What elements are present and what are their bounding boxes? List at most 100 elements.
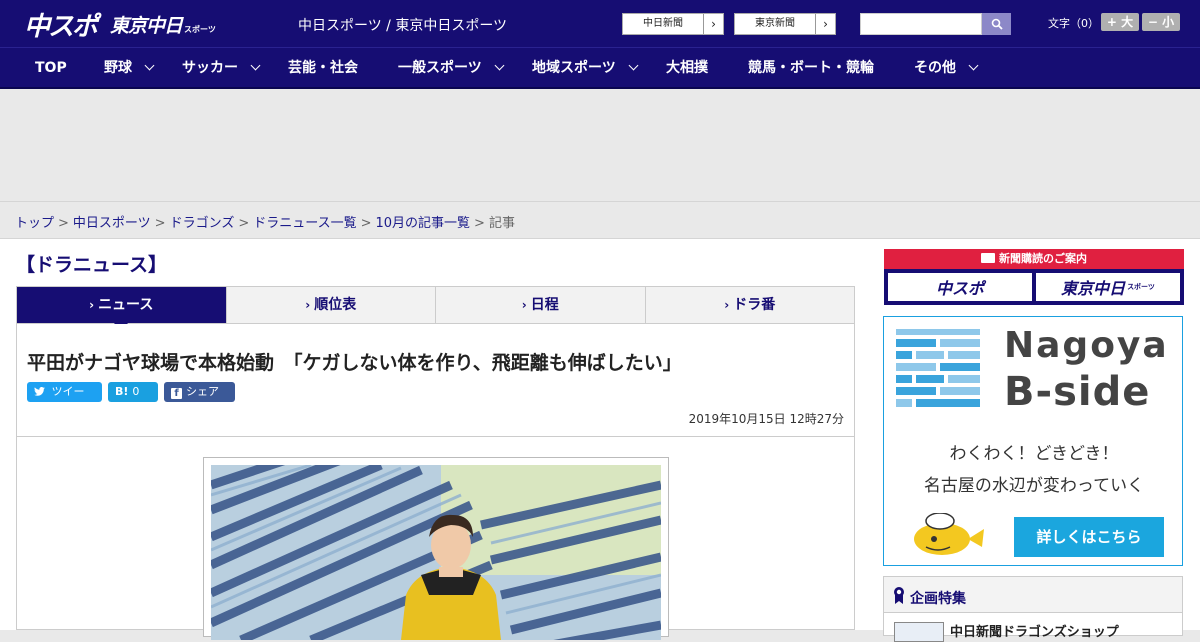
- hatena-count: 0: [132, 385, 140, 398]
- chevron-down-icon: [968, 60, 979, 71]
- breadcrumb-link-dragons[interactable]: ドラゴンズ: [170, 216, 235, 231]
- chevron-right-icon: ›: [815, 14, 835, 34]
- breadcrumb-separator: >: [360, 216, 372, 231]
- facebook-share-label: シェア: [186, 385, 219, 398]
- nav-label: TOP: [35, 60, 67, 76]
- ad-title-nagoya: Nagoya: [1004, 325, 1169, 366]
- main-nav: TOP 野球 サッカー 芸能・社会 一般スポーツ 地域スポーツ 大相撲 競馬・ボ…: [0, 48, 1200, 89]
- chevron-down-icon: [628, 60, 639, 71]
- tab-draban[interactable]: › ドラ番: [646, 287, 855, 323]
- facebook-share-button[interactable]: f シェア 2: [164, 382, 235, 418]
- tab-news[interactable]: › ニュース: [17, 287, 227, 331]
- article-photo-frame: [203, 457, 669, 640]
- nav-item-top[interactable]: TOP: [35, 48, 67, 89]
- nav-item-racing[interactable]: 競馬・ボート・競輪: [748, 48, 874, 89]
- tokyo-shimbun-button[interactable]: 東京新聞 ›: [734, 13, 836, 35]
- nav-label: サッカー: [182, 60, 238, 76]
- breadcrumb-current: 記事: [488, 216, 515, 231]
- site-links[interactable]: 中日スポーツ / 東京中日スポーツ: [298, 15, 507, 35]
- breadcrumb-separator: >: [154, 216, 166, 231]
- chevron-down-icon: [250, 60, 261, 71]
- search-input[interactable]: [860, 13, 982, 35]
- chunichi-shimbun-label: 中日新聞: [643, 18, 683, 29]
- breadcrumb-separator: >: [238, 216, 250, 231]
- subscribe-banner[interactable]: 新聞購読のご案内 中スポ 東京中日 スポーツ: [884, 249, 1184, 305]
- article: 平田がナゴヤ球場で本格始動 「ケガしない体を作り、飛距離も伸ばしたい」 ツイート…: [16, 324, 855, 640]
- tab-label: ニュース: [98, 297, 154, 313]
- search-icon: [991, 18, 1003, 30]
- tweet-button[interactable]: ツイート: [27, 382, 102, 418]
- chevron-right-icon: ›: [724, 298, 730, 312]
- feature-section: 企画特集 中日新聞ドラゴンズショップ: [883, 576, 1183, 642]
- ad-title-bside: B-side: [1004, 369, 1151, 415]
- chunichi-shimbun-button[interactable]: 中日新聞 ›: [622, 13, 724, 35]
- top-header: 中スポ 東京中日 スポーツ 中日スポーツ / 東京中日スポーツ 中日新聞 › 東…: [0, 0, 1200, 48]
- nav-item-local-sports[interactable]: 地域スポーツ: [532, 48, 639, 89]
- breadcrumb-bar: トップ > 中日スポーツ > ドラゴンズ > ドラニュース一覧 >10月の記事一覧 > 記事: [0, 201, 1200, 239]
- chevron-right-icon: ›: [89, 298, 95, 312]
- nav-label: 競馬・ボート・競輪: [748, 60, 874, 76]
- ad-tagline-1: わくわく！どきどき！: [949, 444, 1119, 464]
- tokyo-chunichi-logo[interactable]: 東京中日 スポーツ: [110, 8, 216, 40]
- tab-standings[interactable]: › 順位表: [227, 287, 436, 323]
- subscribe-chuspo-link[interactable]: 中スポ: [888, 273, 1032, 301]
- hatena-bookmark-button[interactable]: B! 0: [108, 382, 158, 402]
- chevron-right-icon: ›: [703, 14, 723, 34]
- search-button[interactable]: [982, 13, 1011, 35]
- subscribe-tokyo-sub: スポーツ: [1127, 283, 1155, 291]
- tab-label: ドラ番: [733, 297, 776, 313]
- ad-banner-area: [0, 91, 1200, 201]
- breadcrumb-link-top[interactable]: トップ: [15, 216, 54, 231]
- font-size-label: 文字（0）: [1048, 17, 1099, 30]
- tokyo-logo-text: 東京中日: [110, 14, 183, 37]
- hatena-icon: B!: [115, 385, 129, 398]
- nav-label: 一般スポーツ: [398, 60, 482, 76]
- nav-label: 野球: [104, 60, 132, 76]
- chuspo-logo-text: 中スポ: [24, 11, 98, 42]
- tokyo-logo-sub: スポーツ: [184, 24, 216, 34]
- feature-header: 企画特集: [884, 577, 1182, 613]
- font-smaller-button[interactable]: − 小: [1142, 13, 1180, 31]
- tab-schedule[interactable]: › 日程: [436, 287, 646, 323]
- feature-thumbnail[interactable]: [894, 622, 944, 642]
- nav-item-general-sports[interactable]: 一般スポーツ: [398, 48, 505, 89]
- chevron-right-icon: ›: [521, 298, 527, 312]
- nav-label: 芸能・社会: [288, 60, 358, 76]
- breadcrumb-link-dranews[interactable]: ドラニュース一覧: [253, 216, 356, 231]
- article-date: 2019年10月15日 12時27分: [688, 412, 844, 426]
- nav-label: 大相撲: [666, 60, 708, 76]
- chevron-down-icon: [144, 60, 155, 71]
- nagoya-bside-ad[interactable]: Nagoya B-side わくわく！どきどき！ 名古屋の水辺が変わっていく 詳…: [883, 316, 1183, 566]
- feature-item-link[interactable]: 中日新聞ドラゴンズショップ: [950, 621, 1119, 640]
- subscribe-header-label: 新聞購読のご案内: [999, 252, 1087, 265]
- font-larger-button[interactable]: + 大: [1101, 13, 1139, 31]
- nav-item-soccer[interactable]: サッカー: [182, 48, 261, 89]
- feature-title: 企画特集: [910, 591, 966, 607]
- breadcrumb-link-october[interactable]: 10月の記事一覧: [376, 216, 471, 231]
- tokyo-shimbun-label: 東京新聞: [755, 18, 795, 29]
- article-headline: 平田がナゴヤ球場で本格始動 「ケガしない体を作り、飛距離も伸ばしたい」: [27, 352, 682, 374]
- ribbon-icon: [894, 587, 904, 604]
- ad-tagline-2: 名古屋の水辺が変わっていく: [923, 476, 1145, 496]
- subscribe-chuspo-label: 中スポ: [935, 279, 984, 298]
- ad-cta-button[interactable]: 詳しくはこちら: [1014, 517, 1164, 557]
- nav-item-sumo[interactable]: 大相撲: [666, 48, 708, 89]
- nav-item-entertainment[interactable]: 芸能・社会: [288, 48, 358, 89]
- chevron-down-icon: [494, 60, 505, 71]
- subscribe-tokyo-label: 東京中日: [1061, 279, 1126, 298]
- breadcrumb: トップ > 中日スポーツ > ドラゴンズ > ドラニュース一覧 >10月の記事一覧 > 記事: [15, 212, 515, 231]
- twitter-icon: [34, 385, 52, 398]
- subscribe-tokyo-link[interactable]: 東京中日 スポーツ: [1036, 273, 1180, 301]
- section-title: 【ドラニュース】: [16, 254, 168, 276]
- article-header: 平田がナゴヤ球場で本格始動 「ケガしない体を作り、飛距離も伸ばしたい」 ツイート…: [17, 324, 854, 437]
- chuspo-logo[interactable]: 中スポ: [24, 8, 98, 42]
- nav-label: その他: [914, 60, 956, 76]
- newspaper-icon: [981, 253, 995, 263]
- tab-label: 日程: [530, 297, 559, 313]
- facebook-icon: f: [171, 388, 182, 399]
- article-photo[interactable]: [211, 465, 661, 640]
- chevron-right-icon: ›: [305, 298, 311, 312]
- breadcrumb-link-chuspo[interactable]: 中日スポーツ: [73, 216, 151, 231]
- nav-item-other[interactable]: その他: [914, 48, 979, 89]
- nav-item-baseball[interactable]: 野球: [104, 48, 155, 89]
